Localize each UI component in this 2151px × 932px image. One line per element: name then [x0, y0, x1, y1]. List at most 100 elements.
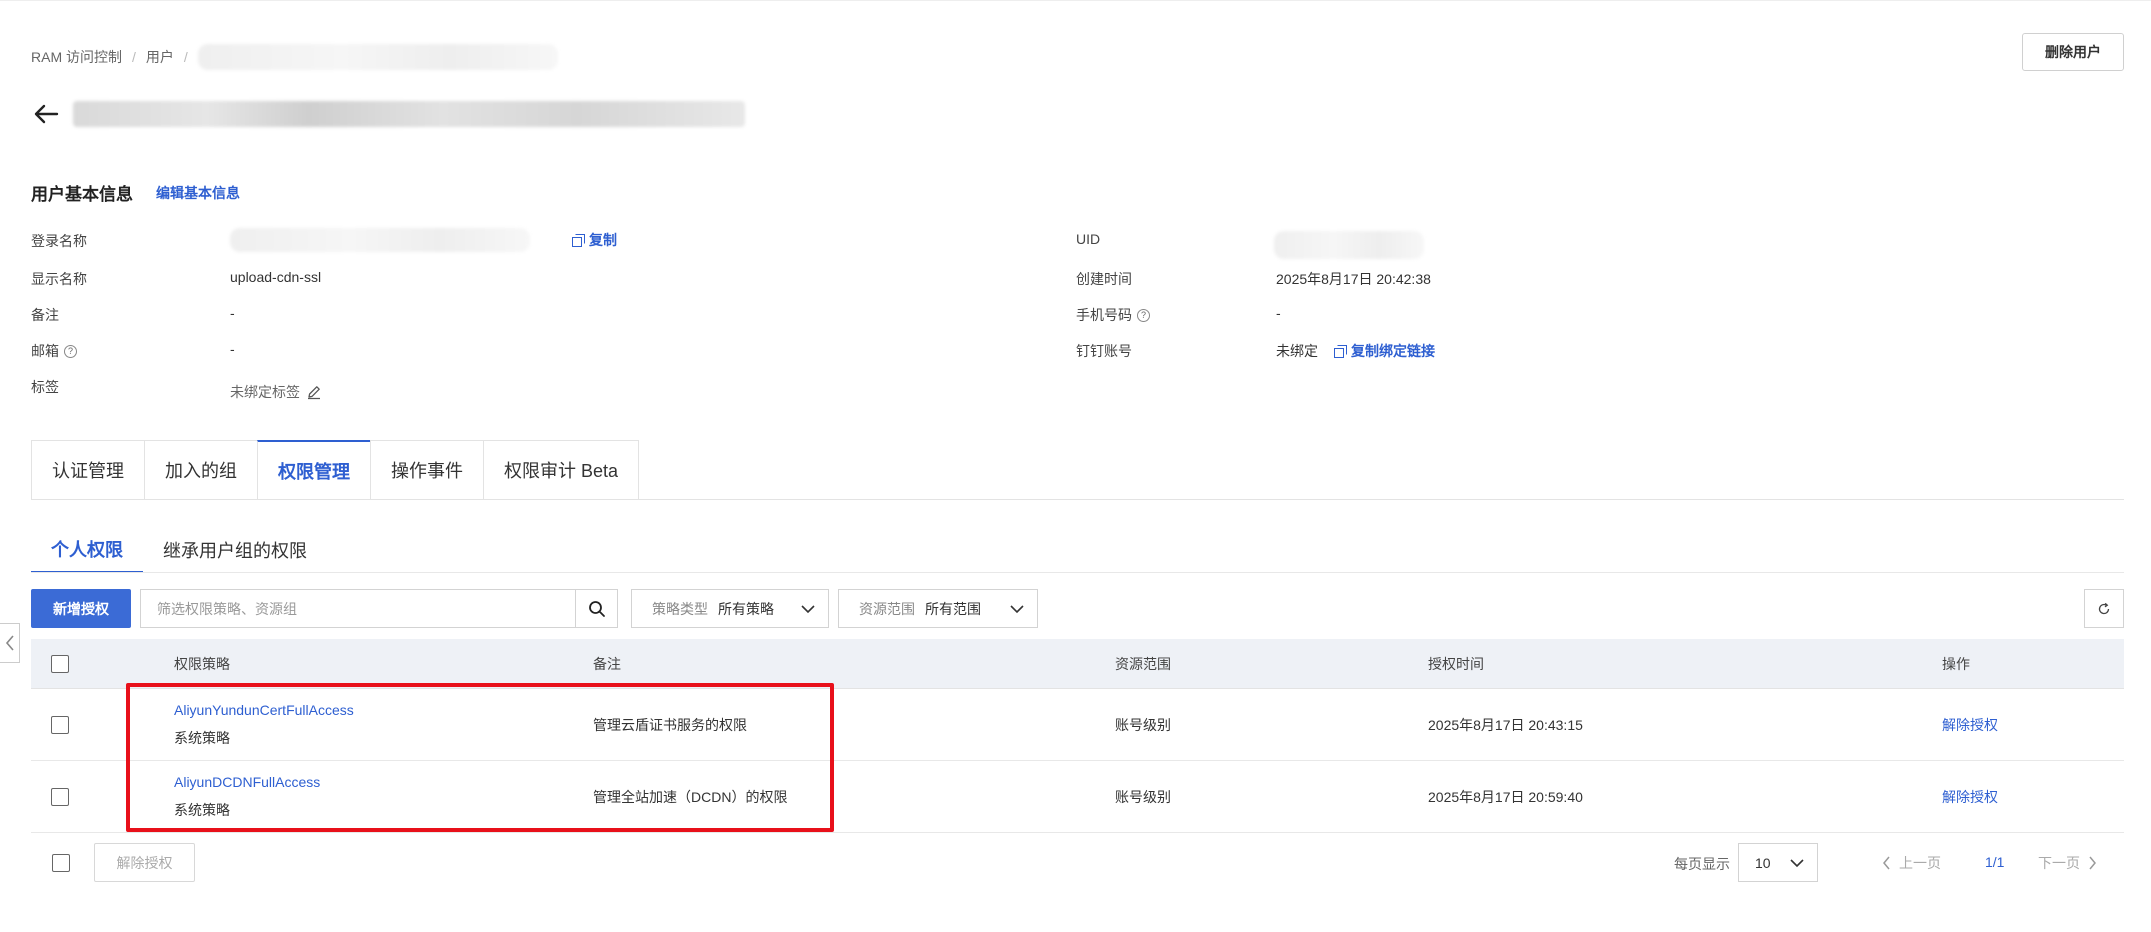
page: RAM 访问控制 / 用户 / 删除用户 用户基本信息 编辑基本信息 登录名称 … [0, 0, 2151, 932]
add-grant-button[interactable]: 新增授权 [31, 589, 131, 628]
search-button[interactable] [575, 590, 617, 627]
redacted-uid [1274, 231, 1424, 259]
policy-type-select[interactable]: 策略类型 所有策略 [631, 589, 829, 628]
tab-permission-management[interactable]: 权限管理 [257, 440, 370, 500]
table-row: AliyunYundunCertFullAccess 系统策略 管理云盾证书服务… [31, 689, 2124, 761]
header-policy: 权限策略 [174, 655, 230, 672]
note-cell: 管理全站加速（DCDN）的权限 [593, 788, 788, 805]
copy-icon [572, 234, 585, 247]
op-cell: 解除授权 [1942, 787, 2124, 807]
breadcrumb-root[interactable]: RAM 访问控制 [31, 47, 122, 67]
chevron-left-icon [5, 634, 15, 652]
row-select [31, 787, 174, 806]
header-select-all [31, 654, 174, 673]
breadcrumb-separator: / [132, 49, 136, 65]
breadcrumb: RAM 访问控制 / 用户 / [31, 44, 558, 70]
page-title-row [31, 99, 745, 129]
dingtalk-value-row: 未绑定 复制绑定链接 [1276, 341, 1435, 361]
scope-cell: 账号级别 [1115, 716, 1171, 733]
per-page-select[interactable]: 10 [1738, 843, 1818, 882]
dingtalk-value: 未绑定 [1276, 343, 1318, 359]
login-name-label: 登录名称 [31, 233, 87, 249]
redacted-login-name [230, 228, 530, 252]
tab-inherited-permissions[interactable]: 继承用户组的权限 [143, 526, 327, 573]
tab-joined-groups[interactable]: 加入的组 [144, 440, 257, 500]
display-name-label: 显示名称 [31, 271, 87, 287]
note-label: 备注 [31, 307, 59, 323]
collapse-sidebar-handle[interactable] [0, 623, 20, 663]
created-value: 2025年8月17日 20:42:38 [1276, 271, 1431, 287]
header-time: 授权时间 [1428, 655, 1484, 672]
email-label: 邮箱 [31, 343, 59, 359]
select-all-checkbox[interactable] [51, 654, 69, 673]
scope-label: 资源范围 [859, 600, 915, 617]
help-icon[interactable]: ? [64, 344, 77, 358]
uid-label: UID [1076, 231, 1101, 247]
copy-label: 复制 [589, 232, 617, 248]
scope-select[interactable]: 资源范围 所有范围 [838, 589, 1038, 628]
login-name-value: 复制 [230, 228, 617, 252]
chevron-down-icon [800, 604, 816, 614]
created-label: 创建时间 [1076, 271, 1132, 287]
main-tabs: 认证管理 加入的组 权限管理 操作事件 权限审计 Beta [31, 440, 640, 500]
header-op: 操作 [1942, 655, 1970, 672]
display-name-value: upload-cdn-ssl [230, 269, 322, 285]
breadcrumb-separator: / [183, 49, 188, 65]
revoke-link[interactable]: 解除授权 [1942, 717, 1998, 733]
row-checkbox[interactable] [51, 787, 69, 806]
email-label-row: 邮箱 ? [31, 341, 77, 361]
tab-operation-events[interactable]: 操作事件 [370, 440, 483, 500]
copy-login-name-button[interactable]: 复制 [572, 230, 617, 250]
dingtalk-label: 钉钉账号 [1076, 343, 1132, 359]
table-header: 权限策略 备注 资源范围 授权时间 操作 [31, 639, 2124, 689]
phone-label-row: 手机号码 ? [1076, 305, 1150, 325]
tab-auth-management[interactable]: 认证管理 [31, 440, 144, 500]
edit-basic-info-link[interactable]: 编辑基本信息 [156, 183, 240, 203]
op-cell: 解除授权 [1942, 715, 2124, 735]
time-cell: 2025年8月17日 20:59:40 [1428, 788, 1583, 805]
help-icon[interactable]: ? [1137, 308, 1150, 322]
batch-revoke-button[interactable]: 解除授权 [94, 843, 195, 882]
time-cell: 2025年8月17日 20:43:15 [1428, 716, 1583, 733]
revoke-link[interactable]: 解除授权 [1942, 789, 1998, 805]
copy-bind-link-label: 复制绑定链接 [1351, 343, 1435, 359]
breadcrumb-users[interactable]: 用户 [146, 47, 174, 67]
note-value: - [230, 305, 235, 321]
delete-user-button[interactable]: 删除用户 [2022, 33, 2124, 71]
header-scope: 资源范围 [1115, 655, 1171, 672]
tags-label: 标签 [31, 379, 59, 395]
chevron-down-icon [1789, 858, 1805, 868]
uid-value [1274, 231, 1424, 259]
next-page-button[interactable]: 下一页 [2038, 853, 2097, 873]
permissions-table: 权限策略 备注 资源范围 授权时间 操作 AliyunYundunCertFul… [31, 639, 2124, 833]
tab-permission-audit[interactable]: 权限审计 Beta [483, 440, 640, 500]
phone-value: - [1276, 305, 1281, 321]
tags-value: 未绑定标签 [230, 384, 300, 400]
policy-name-link[interactable]: AliyunYundunCertFullAccess [174, 702, 593, 718]
table-row: AliyunDCDNFullAccess 系统策略 管理全站加速（DCDN）的权… [31, 761, 2124, 833]
header-note: 备注 [593, 655, 621, 672]
sub-tabs-divider [31, 572, 2124, 573]
policy-cell: AliyunDCDNFullAccess 系统策略 [174, 774, 593, 820]
refresh-icon [2097, 602, 2111, 616]
back-arrow-icon[interactable] [31, 99, 61, 129]
email-value: - [230, 341, 235, 357]
prev-page-button[interactable]: 上一页 [1882, 853, 1941, 873]
tags-value-row: 未绑定标签 [230, 382, 322, 402]
page-count: 1/1 [1985, 854, 2005, 870]
copy-bind-link-button[interactable]: 复制绑定链接 [1334, 341, 1435, 361]
search-input[interactable] [141, 590, 575, 627]
policy-type: 系统策略 [174, 729, 230, 746]
scope-cell: 账号级别 [1115, 788, 1171, 805]
tab-personal-permissions[interactable]: 个人权限 [31, 526, 143, 573]
redacted-username [197, 44, 558, 70]
footer-select-all-checkbox[interactable] [52, 854, 70, 872]
scope-value: 所有范围 [925, 600, 981, 617]
tabs-divider [31, 499, 2124, 500]
prev-page-label: 上一页 [1899, 855, 1941, 871]
edit-pencil-icon[interactable] [306, 384, 322, 400]
row-checkbox[interactable] [51, 715, 69, 734]
next-page-label: 下一页 [2038, 855, 2080, 871]
policy-name-link[interactable]: AliyunDCDNFullAccess [174, 774, 593, 790]
refresh-button[interactable] [2084, 589, 2124, 628]
